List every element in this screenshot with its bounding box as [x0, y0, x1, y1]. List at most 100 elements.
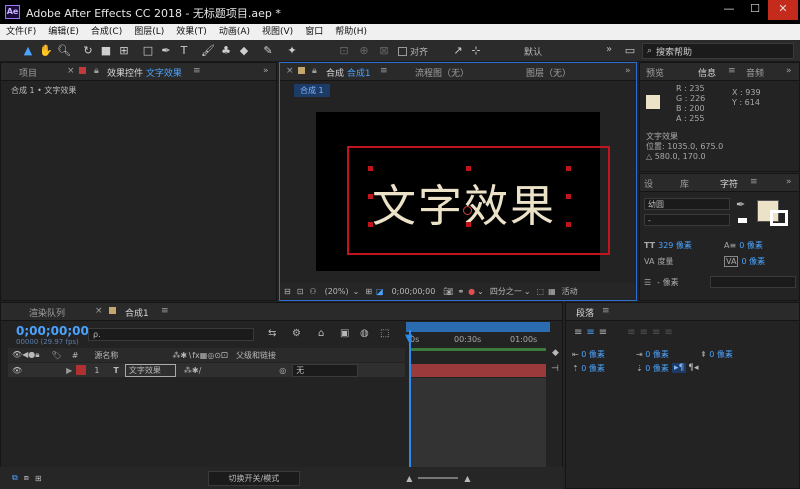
canvas-text-layer[interactable]: 文字效果 [372, 170, 556, 234]
tab-paragraph-settings[interactable]: 设 [644, 177, 653, 190]
vr-icon[interactable]: ⚇ [309, 287, 316, 296]
justify-last-center-icon[interactable]: ≡ [640, 327, 652, 338]
comp-flowchart-icon[interactable]: ⇆ [268, 328, 276, 339]
zoom-tool-icon[interactable]: 🔍︎ [56, 43, 72, 59]
chevron-down-icon[interactable]: ⌄ [477, 287, 484, 296]
ltr-direction-icon[interactable]: ▸¶ [672, 363, 687, 373]
leading-field[interactable]: A≡ 0 像素 [724, 240, 763, 251]
mask-icon[interactable]: ⊡ [297, 287, 304, 296]
minimize-button[interactable]: — [716, 0, 742, 20]
justify-all-icon[interactable]: ≡ [664, 327, 676, 338]
menu-file[interactable]: 文件(F) [0, 24, 42, 40]
tab-effect-controls[interactable]: 效果控件 文字效果 [107, 66, 182, 79]
comp-button-icon[interactable]: ⊣ [551, 364, 559, 374]
tracking-field[interactable]: VA 0 像素 [724, 256, 765, 267]
close-icon[interactable]: × [67, 66, 75, 76]
layer-switches-icon[interactable]: ⧉ [12, 473, 18, 483]
active-camera-dropdown[interactable]: 活动 [562, 286, 578, 297]
panel-menu-icon[interactable]: ≡ [728, 66, 736, 76]
transform-handle[interactable] [566, 222, 571, 227]
label-color-swatch[interactable] [76, 365, 87, 375]
stroke-color-swatch[interactable] [770, 210, 788, 226]
space-after-field[interactable]: ⇣ 0 像素 [636, 363, 669, 374]
zoom-slider[interactable] [418, 477, 459, 479]
panel-menu-icon[interactable]: ≡ [380, 66, 388, 76]
tab-composition[interactable]: 合成 合成1 [326, 66, 371, 79]
draft-3d-icon[interactable]: ⚙ [292, 328, 301, 339]
workspace-menu-icon[interactable]: ▭ [622, 43, 638, 59]
local-axis-icon[interactable]: ⊡ [336, 43, 352, 59]
work-area-bar[interactable] [406, 322, 550, 332]
stroke-width-field[interactable]: ☰ - 像素 [644, 277, 679, 288]
toggle-switches-modes-button[interactable]: 切换开关/模式 [207, 470, 301, 486]
tab-project[interactable]: 项目 [19, 66, 37, 79]
transform-handle[interactable] [466, 222, 471, 227]
panel-overflow[interactable]: » [263, 66, 269, 76]
column-source-name[interactable]: 源名称 [94, 350, 118, 361]
comp-marker-bin-icon[interactable]: ◆ [552, 348, 559, 358]
menu-edit[interactable]: 编辑(E) [42, 24, 85, 40]
world-axis-icon[interactable]: ⊕ [356, 43, 372, 59]
layer-name[interactable]: 文字效果 [124, 363, 176, 377]
frame-blending-icon[interactable]: ▣ [340, 328, 349, 339]
justify-last-right-icon[interactable]: ≡ [652, 327, 664, 338]
stroke-style-dropdown[interactable] [710, 276, 796, 288]
zoom-out-icon[interactable]: ▲ [406, 474, 412, 483]
menu-animation[interactable]: 动画(A) [213, 24, 256, 40]
playhead-marker-icon[interactable]: ▼ [405, 333, 413, 344]
toggle-transparency-icon[interactable]: ▦ [548, 287, 556, 296]
indent-first-field[interactable]: ⇞ 0 像素 [700, 349, 733, 360]
tab-render-queue[interactable]: 渲染队列 [29, 306, 65, 319]
comp-lock-icon[interactable]: 🔒︎ [312, 66, 317, 76]
align-left-icon[interactable]: ≡ [574, 327, 586, 338]
menu-window[interactable]: 窗口 [299, 24, 329, 40]
zoom-dropdown[interactable]: (20%) [325, 287, 349, 296]
transform-handle[interactable] [566, 194, 571, 199]
shy-layers-icon[interactable]: ⌂ [318, 328, 324, 339]
panel-overflow[interactable]: » [625, 66, 631, 76]
transform-handle[interactable] [368, 222, 373, 227]
graph-editor-icon[interactable]: ⬚ [380, 328, 389, 339]
chevron-down-icon[interactable]: ⌄ [353, 287, 360, 296]
lock-icon[interactable] [79, 66, 86, 76]
tab-info[interactable]: 信息 [698, 66, 716, 79]
camera-tool-icon[interactable]: ■ [98, 43, 114, 59]
layer-duration-bar[interactable] [410, 364, 546, 377]
tab-library[interactable]: 库 [680, 177, 689, 190]
workspace-more[interactable]: » [606, 44, 612, 55]
puppet-pin-tool-icon[interactable]: ✦ [284, 43, 300, 59]
transform-handle[interactable] [566, 166, 571, 171]
layer-row[interactable]: 👁︎ ▶ 1 T 文字效果 ⁂✱∕ ◎ 无 [8, 363, 405, 377]
expand-arrow-icon[interactable]: ▶ [66, 366, 72, 375]
region-of-interest-icon[interactable]: ⬚ [537, 287, 545, 296]
in-out-icon[interactable]: ⊞ [35, 474, 42, 483]
chevron-down-icon[interactable]: ⌄ [524, 287, 531, 296]
menu-layer[interactable]: 图层(L) [128, 24, 170, 40]
align-right-icon[interactable]: ≡ [599, 327, 611, 338]
panel-menu-icon[interactable]: ≡ [193, 66, 201, 76]
panel-menu-icon[interactable]: ≡ [161, 306, 169, 316]
always-preview-icon[interactable]: ⊟ [284, 287, 291, 296]
close-button[interactable]: ✕ [768, 0, 798, 20]
white-swatch[interactable] [738, 218, 747, 223]
menu-effect[interactable]: 效果(T) [170, 24, 213, 40]
visibility-icon[interactable]: 👁︎ [12, 366, 22, 375]
show-snapshot-icon[interactable]: ⚭ [457, 287, 464, 296]
parent-dropdown[interactable]: 无 [292, 363, 359, 377]
comp-subtab[interactable]: 合成 1 [294, 84, 330, 97]
viewer-timecode[interactable]: 0;00;00;00 [392, 287, 436, 296]
font-size-field[interactable]: TT 329 像素 [644, 240, 692, 251]
pan-behind-tool-icon[interactable]: ⊞ [116, 43, 132, 59]
panel-menu-icon[interactable]: ≡ [750, 177, 758, 187]
eraser-tool-icon[interactable]: ◆ [236, 43, 252, 59]
snap-checkbox[interactable]: 对齐 [398, 45, 428, 58]
close-icon[interactable]: × [286, 66, 294, 76]
layer-switches[interactable]: ⁂✱∕ [184, 366, 201, 375]
tab-timeline-comp[interactable]: 合成1 [125, 306, 149, 319]
view-axis-icon[interactable]: ⊠ [376, 43, 392, 59]
motion-blur-icon[interactable]: ◍ [360, 328, 369, 339]
transform-handle[interactable] [368, 194, 373, 199]
roto-brush-tool-icon[interactable]: ✎ [260, 43, 276, 59]
transform-handle[interactable] [466, 166, 471, 171]
tab-layer[interactable]: 图层（无） [526, 66, 571, 79]
